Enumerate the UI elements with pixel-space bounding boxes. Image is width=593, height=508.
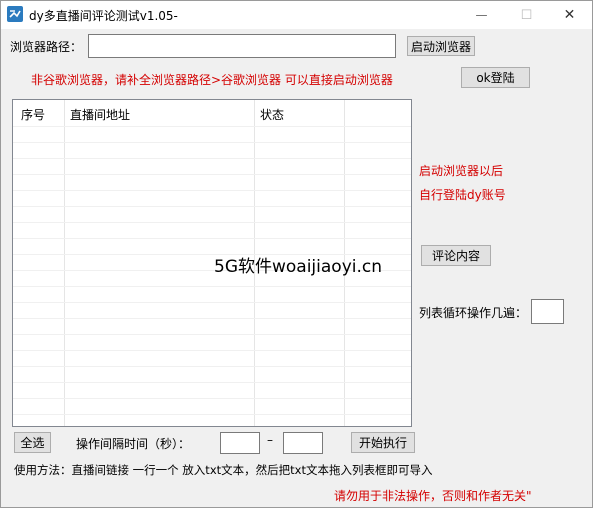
ok-login-button[interactable]: ok登陆 [461,67,530,88]
hint-line-2: 自行登陆dy账号 [419,188,506,202]
start-execute-button[interactable]: 开始执行 [351,432,415,453]
interval-max-input[interactable] [283,432,323,454]
column-header-index[interactable]: 序号 [21,106,45,123]
interval-dash: – [267,433,273,447]
list-row-line [13,334,411,335]
list-row-line [13,414,411,415]
hint-line-1: 启动浏览器以后 [419,164,504,178]
maximize-icon: ☐ [520,7,533,23]
column-divider [64,100,65,426]
start-browser-button[interactable]: 启动浏览器 [407,36,475,56]
interval-label: 操作间隔时间（秒）： [76,437,191,451]
list-row-line [13,174,411,175]
list-row-line [13,382,411,383]
browser-path-input[interactable] [88,34,396,58]
title-bar[interactable]: dy多直播间评论测试v1.05- — ☐ ✕ [1,1,592,29]
list-row-line [13,302,411,303]
maximize-button[interactable]: ☐ [504,1,549,29]
loop-count-input[interactable] [531,299,564,324]
close-button[interactable]: ✕ [547,1,592,29]
list-row-line [13,190,411,191]
list-row-line [13,366,411,367]
main-window: dy多直播间评论测试v1.05- — ☐ ✕ 浏览器路径： 启动浏览器 非谷歌浏… [0,0,593,508]
list-row-line [13,158,411,159]
minimize-button[interactable]: — [459,1,504,29]
list-row-line [13,318,411,319]
loop-count-label: 列表循环操作几遍： [419,306,528,320]
window-title: dy多直播间评论测试v1.05- [29,9,178,23]
comment-content-button[interactable]: 评论内容 [421,245,491,266]
minimize-icon: — [475,8,488,22]
list-row-line [13,350,411,351]
list-row-line [13,238,411,239]
close-icon: ✕ [563,7,576,23]
select-all-button[interactable]: 全选 [14,432,51,453]
list-row-line [13,286,411,287]
list-header: 序号 直播间地址 状态 [13,100,411,126]
column-header-url[interactable]: 直播间地址 [70,106,130,123]
list-row-line [13,206,411,207]
browser-path-label: 浏览器路径： [10,40,83,54]
watermark: 5G软件woaijiaoyi.cn [214,257,383,277]
usage-instructions: 使用方法：直播间链接 一行一个 放入txt文本，然后把txt文本拖入列表框即可导… [14,463,433,477]
list-row-line [13,222,411,223]
list-row-line [13,398,411,399]
column-header-status[interactable]: 状态 [260,106,284,123]
browser-note: 非谷歌浏览器，请补全浏览器路径>谷歌浏览器 可以直接启动浏览器 [31,73,393,87]
list-row-line [13,142,411,143]
list-row-line [13,126,411,127]
interval-min-input[interactable] [220,432,260,454]
legal-warning: 请勿用于非法操作，否则和作者无关" [334,489,532,503]
app-icon [7,6,23,22]
